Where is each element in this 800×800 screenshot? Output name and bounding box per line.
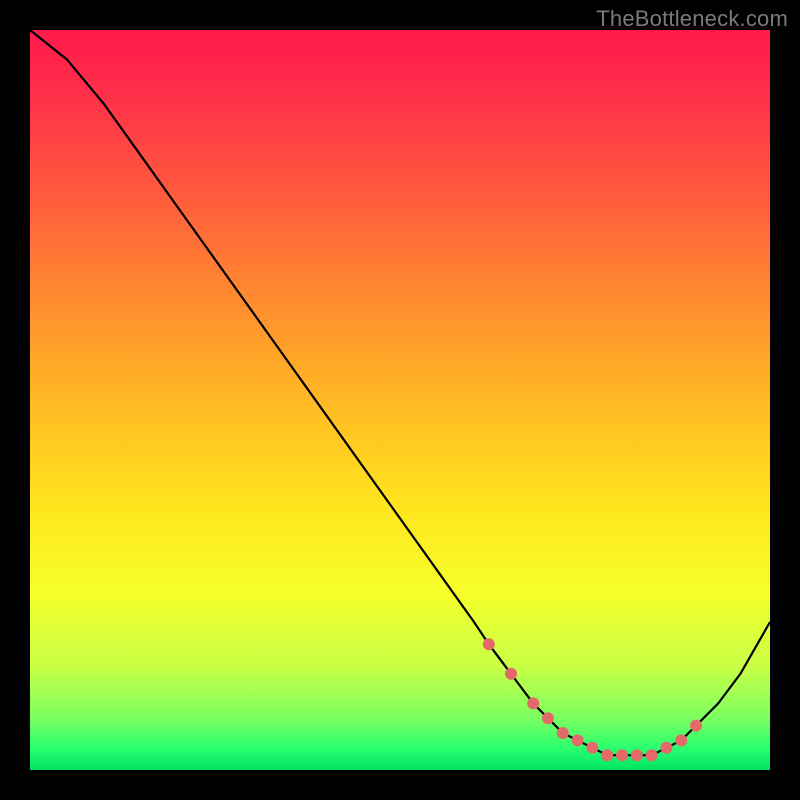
curve-markers xyxy=(483,638,702,761)
curve-marker xyxy=(557,727,569,739)
curve-marker xyxy=(505,668,517,680)
curve-marker xyxy=(616,749,628,761)
curve-marker xyxy=(483,638,495,650)
plot-area xyxy=(30,30,770,770)
curve-marker xyxy=(675,734,687,746)
curve-path xyxy=(30,30,770,755)
curve-marker xyxy=(690,720,702,732)
curve-marker xyxy=(646,749,658,761)
curve-marker xyxy=(542,712,554,724)
watermark-text: TheBottleneck.com xyxy=(596,6,788,32)
curve-marker xyxy=(631,749,643,761)
bottleneck-curve xyxy=(30,30,770,770)
curve-marker xyxy=(660,742,672,754)
curve-marker xyxy=(572,734,584,746)
chart-frame: TheBottleneck.com xyxy=(0,0,800,800)
curve-marker xyxy=(586,742,598,754)
curve-marker xyxy=(601,749,613,761)
curve-marker xyxy=(527,697,539,709)
